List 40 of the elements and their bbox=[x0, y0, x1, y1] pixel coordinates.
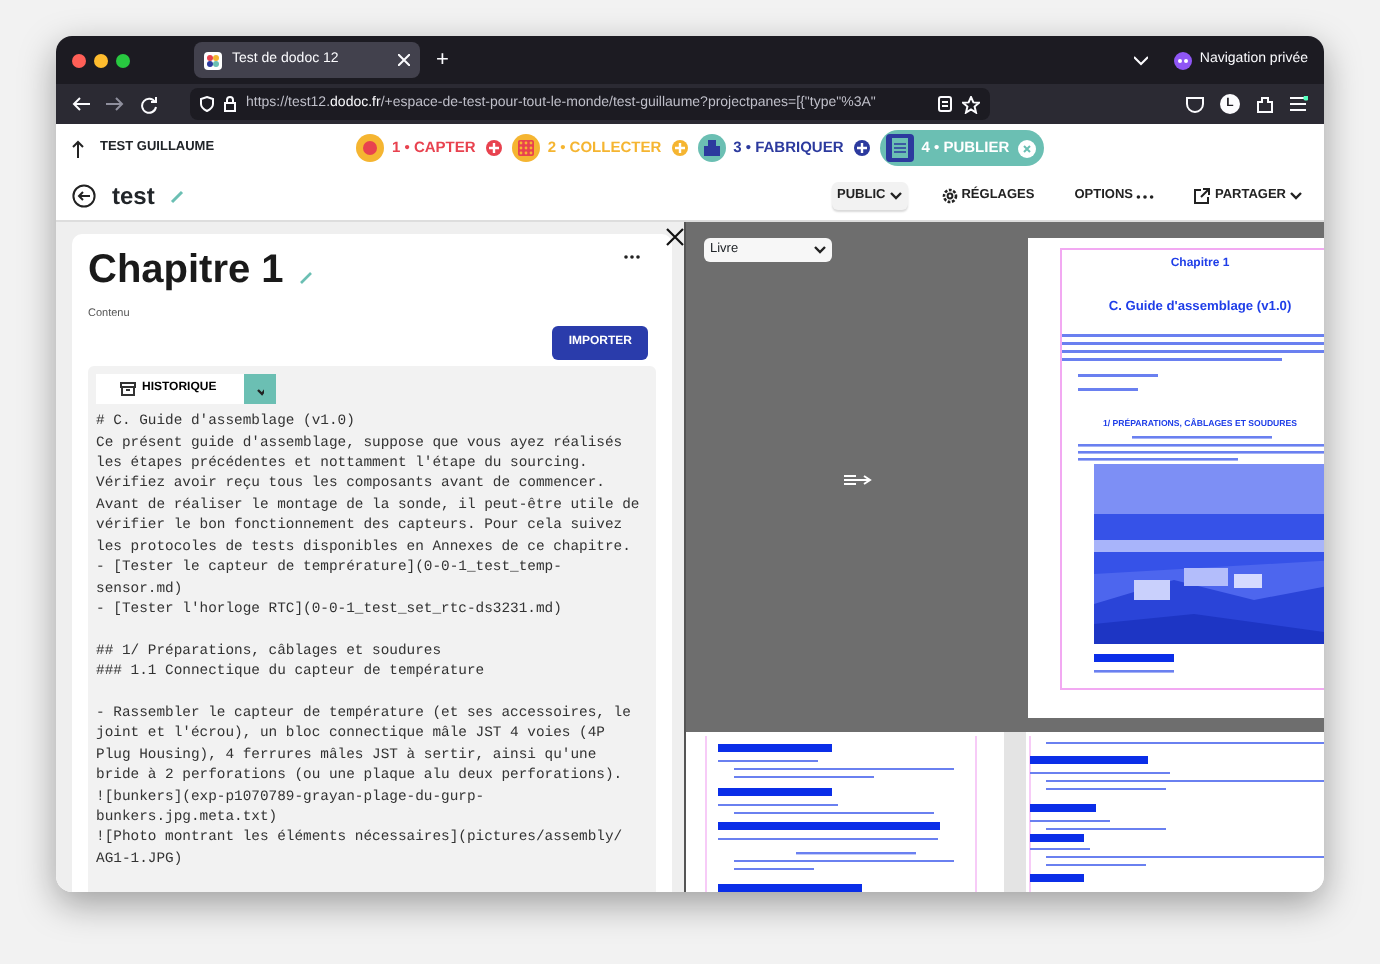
add-icon[interactable] bbox=[485, 140, 502, 156]
close-window-button[interactable] bbox=[72, 53, 86, 67]
validate-button[interactable] bbox=[244, 374, 277, 405]
extensions-icon[interactable] bbox=[1256, 95, 1274, 113]
star-icon[interactable] bbox=[962, 95, 980, 113]
reader-view-icon[interactable] bbox=[938, 96, 952, 112]
chapter-title: Chapitre 1 bbox=[88, 246, 284, 294]
chevron-down-icon bbox=[1290, 192, 1302, 200]
pocket-icon[interactable] bbox=[1186, 95, 1204, 113]
new-tab-button[interactable]: + bbox=[436, 43, 449, 77]
archive-icon bbox=[120, 382, 136, 397]
maximize-window-button[interactable] bbox=[116, 53, 130, 67]
up-arrow-icon[interactable] bbox=[72, 139, 84, 157]
grid-icon bbox=[511, 134, 540, 162]
lock-icon bbox=[224, 96, 236, 112]
chevron-down-icon[interactable] bbox=[1134, 55, 1149, 65]
close-tab-icon[interactable] bbox=[398, 54, 410, 66]
mask-icon bbox=[1173, 51, 1192, 69]
chevron-down-icon bbox=[889, 192, 902, 200]
settings-icon bbox=[941, 188, 958, 204]
check-icon bbox=[256, 383, 265, 396]
arrows-icon[interactable] bbox=[844, 474, 872, 486]
chevron-down-icon bbox=[814, 246, 826, 254]
project-title: test bbox=[112, 180, 155, 214]
share-icon bbox=[1194, 188, 1211, 204]
close-icon[interactable] bbox=[666, 228, 684, 246]
record-icon bbox=[356, 134, 384, 162]
shield-icon bbox=[200, 96, 214, 112]
reload-icon[interactable] bbox=[140, 95, 158, 113]
caption-drawing bbox=[1094, 654, 1174, 675]
minimize-window-button[interactable] bbox=[94, 53, 108, 67]
page-icon bbox=[885, 134, 914, 162]
menu-icon[interactable] bbox=[1290, 96, 1308, 112]
more-icon[interactable] bbox=[624, 254, 640, 260]
add-icon[interactable] bbox=[853, 140, 870, 156]
back-icon[interactable] bbox=[72, 184, 96, 208]
machine-icon bbox=[697, 134, 726, 162]
site-icon bbox=[204, 51, 222, 69]
more-icon bbox=[1136, 193, 1155, 199]
forward-icon[interactable] bbox=[106, 96, 124, 112]
